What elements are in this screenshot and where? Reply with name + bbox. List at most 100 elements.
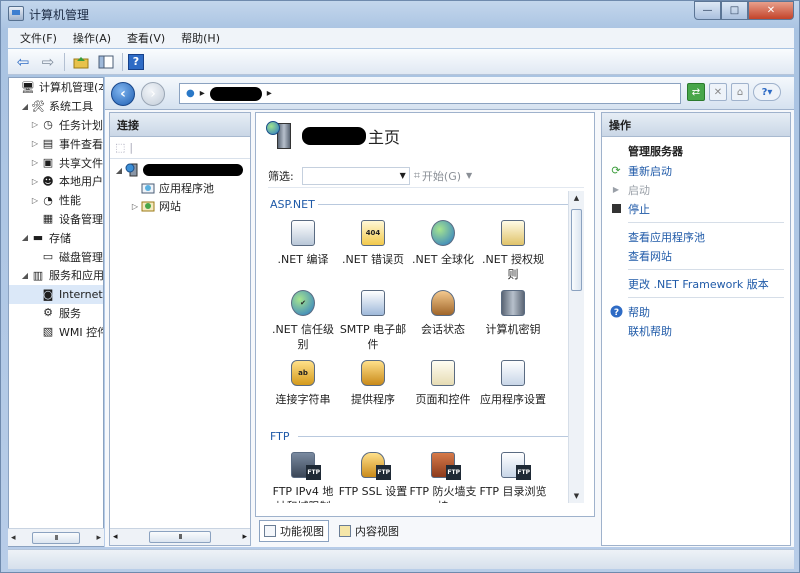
scroll-right-arrow-icon[interactable]: ▸ bbox=[96, 533, 101, 543]
tree-item[interactable]: ▷ ▤ 事件查看 bbox=[9, 134, 103, 153]
tree-item[interactable]: ▷ ◷ 任务计划 bbox=[9, 116, 103, 135]
tree-item[interactable]: 🖥 计算机管理(本地 bbox=[9, 78, 103, 97]
feature-item[interactable]: 应用程序设置 bbox=[478, 355, 548, 425]
chevron-down-icon[interactable]: ▼ bbox=[400, 171, 406, 180]
tree-expander-icon[interactable]: ◢ bbox=[20, 233, 30, 242]
tree-expander-icon[interactable]: ▷ bbox=[30, 196, 40, 205]
refresh-icon[interactable]: ⇄ bbox=[687, 83, 705, 101]
tree-expander-icon[interactable]: ▷ bbox=[30, 177, 40, 186]
back-button[interactable]: ‹ bbox=[111, 82, 135, 106]
connection-item[interactable]: ◢ bbox=[110, 161, 250, 179]
tree-item-label: Internet bbox=[59, 287, 103, 301]
online-help-link[interactable]: 联机帮助 bbox=[608, 321, 790, 340]
connection-item[interactable]: 应用程序池 bbox=[110, 179, 250, 197]
tree-expander-icon[interactable]: ◢ bbox=[20, 271, 30, 280]
stop-icon bbox=[608, 202, 624, 216]
tree-item[interactable]: ◢▥ 服务和应用程 bbox=[9, 266, 103, 285]
help-link[interactable]: ? 帮助 bbox=[608, 302, 790, 321]
feature-list-vscrollbar[interactable]: ▲ ▼ bbox=[568, 191, 584, 503]
connections-hscrollbar[interactable]: ◂ III ▸ bbox=[110, 528, 250, 545]
up-folder-icon[interactable] bbox=[70, 52, 92, 72]
forward-arrow-icon[interactable]: ⇨ bbox=[37, 52, 59, 72]
feature-item[interactable]: .NET 编译 bbox=[268, 215, 338, 285]
feature-item[interactable]: 提供程序 bbox=[338, 355, 408, 425]
feature-item[interactable]: ✔ .NET 信任级别 bbox=[268, 285, 338, 355]
menu-view[interactable]: 查看(V) bbox=[119, 30, 173, 46]
scroll-thumb[interactable] bbox=[571, 209, 582, 291]
scroll-thumb[interactable]: III bbox=[32, 531, 80, 544]
tree-item[interactable]: ▷ ▣ 共享文件 bbox=[9, 153, 103, 172]
close-button[interactable]: ✕ bbox=[748, 1, 794, 20]
tree-item[interactable]: ◙ Internet bbox=[9, 284, 103, 304]
tab-label: 功能视图 bbox=[280, 525, 324, 538]
tree-item[interactable]: ▧ WMI 控件 bbox=[9, 322, 103, 341]
view-sites-link[interactable]: 查看网站 bbox=[608, 246, 790, 265]
stop-action[interactable]: 停止 bbox=[608, 199, 790, 218]
tree-item[interactable]: ◢ ▬ 存储 bbox=[9, 228, 103, 247]
scroll-left-arrow-icon[interactable]: ◂ bbox=[11, 533, 16, 543]
tree-item-label: 性能 bbox=[59, 194, 81, 208]
feature-item[interactable]: .NET 授权规则 bbox=[478, 215, 548, 285]
feature-item[interactable]: 页面和控件 bbox=[408, 355, 478, 425]
view-app-pools-link[interactable]: 查看应用程序池 bbox=[608, 227, 790, 246]
feature-item[interactable]: 404 .NET 错误页 bbox=[338, 215, 408, 285]
filter-input[interactable]: ▼ bbox=[301, 166, 410, 185]
restart-action[interactable]: ⟳ 重新启动 bbox=[608, 161, 790, 180]
show-hide-tree-icon[interactable] bbox=[95, 52, 117, 72]
help-dropdown-icon[interactable]: ?▾ bbox=[753, 83, 781, 101]
maximize-button[interactable]: □ bbox=[721, 1, 748, 20]
restart-icon: ⟳ bbox=[611, 164, 621, 177]
menu-file[interactable]: 文件(F) bbox=[12, 30, 65, 46]
tree-item[interactable]: ◢ 🛠 系统工具 bbox=[9, 97, 103, 116]
scroll-right-arrow-icon[interactable]: ▸ bbox=[242, 532, 247, 542]
stop-nav-icon[interactable]: ✕ bbox=[709, 83, 727, 101]
feature-label: FTP IPv4 地址和域限制 bbox=[272, 485, 334, 503]
feature-item[interactable]: 计算机密钥 bbox=[478, 285, 548, 355]
scroll-down-arrow-icon[interactable]: ▼ bbox=[569, 489, 584, 503]
home-icon[interactable]: ⌂ bbox=[731, 83, 749, 101]
tab-content-view[interactable]: 内容视图 bbox=[335, 521, 403, 541]
feature-item[interactable]: ab 连接字符串 bbox=[268, 355, 338, 425]
feature-item[interactable]: FTP FTP IPv4 地址和域限制 bbox=[268, 447, 338, 503]
connect-icon[interactable]: ⬚ bbox=[115, 141, 125, 154]
feature-item[interactable]: 会话状态 bbox=[408, 285, 478, 355]
tree-expander-icon[interactable]: ▷ bbox=[30, 139, 40, 148]
tree-expander-icon[interactable]: ▷ bbox=[30, 120, 40, 129]
tree-item-label: 本地用户 bbox=[59, 175, 103, 189]
tree-expander-icon[interactable]: ◢ bbox=[20, 102, 30, 111]
tree-item[interactable]: ▭ 磁盘管理 bbox=[9, 247, 103, 266]
tree-item[interactable]: ▦ 设备管理 bbox=[9, 210, 103, 229]
minimize-button[interactable]: — bbox=[694, 1, 721, 20]
connection-item[interactable]: ▷ 网站 bbox=[110, 197, 250, 215]
title-bar[interactable]: 计算机管理 — □ ✕ bbox=[1, 1, 799, 27]
tree-expander-icon[interactable]: ◢ bbox=[114, 166, 124, 175]
menu-help[interactable]: 帮助(H) bbox=[173, 30, 228, 46]
go-button[interactable]: ⌗ 开始(G) ▼ bbox=[414, 168, 472, 184]
help-icon[interactable]: ? bbox=[128, 53, 144, 70]
feature-item[interactable]: FTP FTP SSL 设置 bbox=[338, 447, 408, 503]
tab-features-view[interactable]: 功能视图 bbox=[259, 520, 329, 542]
tree-item[interactable]: ▷ ☻ 本地用户 bbox=[9, 172, 103, 191]
console-tree-hscrollbar[interactable]: ◂ III ▸ bbox=[8, 528, 104, 546]
feature-item[interactable]: .NET 全球化 bbox=[408, 215, 478, 285]
change-framework-link[interactable]: 更改 .NET Framework 版本 bbox=[608, 274, 790, 293]
chevron-down-icon[interactable]: ▼ bbox=[466, 171, 472, 180]
breadcrumb-chevron-icon[interactable]: ▸ bbox=[267, 88, 272, 99]
tree-item-label: 服务 bbox=[59, 306, 81, 320]
tree-item[interactable]: ▷ ◔ 性能 bbox=[9, 191, 103, 210]
tree-expander-icon[interactable]: ▷ bbox=[30, 158, 40, 167]
address-bar[interactable]: ● ▸ ▸ bbox=[179, 83, 681, 104]
feature-item[interactable]: FTP FTP 目录浏览 bbox=[478, 447, 548, 503]
iis-nav-bar: ‹ › ● ▸ ▸ ⇄ ✕ ⌂ ?▾ bbox=[105, 77, 794, 110]
back-arrow-icon[interactable]: ⇦ bbox=[12, 52, 34, 72]
menu-action[interactable]: 操作(A) bbox=[65, 30, 119, 46]
scroll-thumb[interactable]: III bbox=[149, 531, 211, 543]
features-view-icon bbox=[264, 525, 276, 537]
tree-expander-icon[interactable]: ▷ bbox=[130, 202, 140, 211]
tree-item[interactable]: ⚙ 服务 bbox=[9, 304, 103, 323]
scroll-up-arrow-icon[interactable]: ▲ bbox=[569, 191, 584, 205]
scroll-left-arrow-icon[interactable]: ◂ bbox=[113, 532, 118, 542]
feature-item[interactable]: FTP FTP 防火墙支持 bbox=[408, 447, 478, 503]
feature-item[interactable]: SMTP 电子邮件 bbox=[338, 285, 408, 355]
forward-button[interactable]: › bbox=[141, 82, 165, 106]
